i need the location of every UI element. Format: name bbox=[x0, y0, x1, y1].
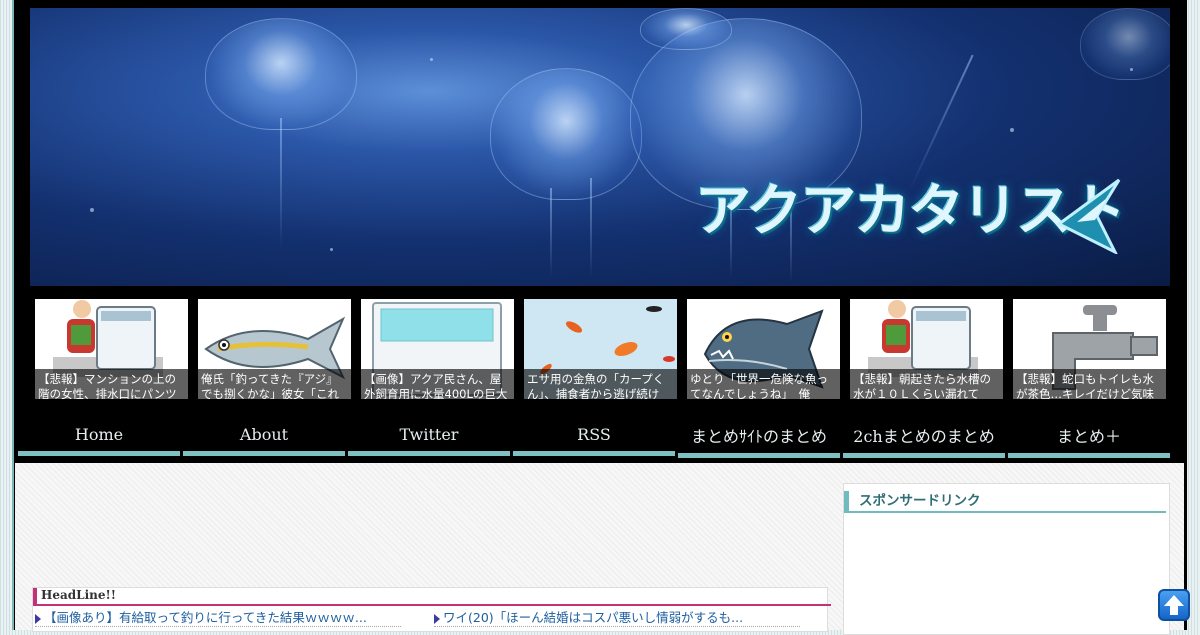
nav-item-about[interactable]: About bbox=[183, 418, 345, 456]
carousel-caption: 【悲報】朝起きたら水槽の水が１０Ｌくらい漏れて bbox=[850, 369, 1003, 399]
divider bbox=[35, 626, 401, 628]
nav-item-rss[interactable]: RSS bbox=[513, 418, 675, 456]
carousel-item[interactable]: ゆとり「世界一危険な魚ってなんでしょうね」 俺 bbox=[687, 299, 840, 399]
carousel-item[interactable]: エサ用の金魚の「カープくん」、捕食者から逃げ続け bbox=[524, 299, 677, 399]
global-nav: Home About Twitter RSS まとめｻｲﾄのまとめ 2chまとめ… bbox=[18, 418, 1173, 458]
carousel-caption: ゆとり「世界一危険な魚ってなんでしょうね」 俺 bbox=[687, 369, 840, 399]
divider bbox=[434, 626, 800, 628]
scroll-to-top-button[interactable] bbox=[1158, 589, 1190, 621]
headline-box: HeadLine!! 【画像あり】有給取って釣りに行ってきた結果ｗｗｗｗ... … bbox=[32, 587, 831, 632]
nav-item-2ch-matome[interactable]: 2chまとめのまとめ bbox=[843, 420, 1005, 458]
carousel-caption: 【画像】アクア民さん、屋外飼育用に水量400Lの巨大 bbox=[361, 369, 514, 399]
headline-link[interactable]: 【画像あり】有給取って釣りに行ってきた結果ｗｗｗｗ... bbox=[35, 607, 367, 626]
triangle-right-icon bbox=[35, 613, 41, 624]
nav-item-matome-plus[interactable]: まとめ＋ bbox=[1008, 420, 1170, 458]
headline-title: HeadLine!! bbox=[33, 588, 831, 606]
site-logo[interactable]: アクアカタリスト bbox=[695, 160, 1126, 254]
carousel-caption: 【悲報】マンションの上の階の女性、排水口にパンツ bbox=[35, 369, 188, 399]
nav-item-twitter[interactable]: Twitter bbox=[348, 418, 510, 456]
carousel-item[interactable]: 【悲報】マンションの上の階の女性、排水口にパンツ bbox=[35, 299, 188, 399]
carousel-caption: 【悲報】蛇口もトイレも水が茶色…キレイだけど気味 bbox=[1013, 369, 1166, 399]
arrow-up-icon bbox=[1164, 595, 1184, 615]
fish-fin-icon bbox=[1057, 178, 1121, 254]
sidebar-title: スポンサードリンク bbox=[844, 491, 1166, 513]
headline-link[interactable]: ワイ(20)「ほーん結婚はコスパ悪いし情弱がするも... bbox=[434, 607, 743, 626]
carousel-caption: 俺氏「釣ってきた『アジ』でも捌くかな」彼女「これ bbox=[198, 369, 351, 399]
carousel-item[interactable]: 【悲報】蛇口もトイレも水が茶色…キレイだけど気味 bbox=[1013, 299, 1166, 399]
carousel-item[interactable]: 【悲報】朝起きたら水槽の水が１０Ｌくらい漏れて bbox=[850, 299, 1003, 399]
sidebar-ad-box: スポンサードリンク bbox=[843, 483, 1170, 635]
carousel-item[interactable]: 【画像】アクア民さん、屋外飼育用に水量400Lの巨大 bbox=[361, 299, 514, 399]
carousel-caption: エサ用の金魚の「カープくん」、捕食者から逃げ続け bbox=[524, 369, 677, 399]
header-banner[interactable]: アクアカタリスト bbox=[30, 8, 1170, 286]
article-carousel: 【悲報】マンションの上の階の女性、排水口にパンツ 俺氏「釣ってきた『アジ』でも捌… bbox=[35, 299, 1166, 399]
nav-item-home[interactable]: Home bbox=[18, 418, 180, 456]
carousel-item[interactable]: 俺氏「釣ってきた『アジ』でも捌くかな」彼女「これ bbox=[198, 299, 351, 399]
triangle-right-icon bbox=[434, 613, 440, 624]
nav-item-matome-site[interactable]: まとめｻｲﾄのまとめ bbox=[678, 420, 840, 458]
